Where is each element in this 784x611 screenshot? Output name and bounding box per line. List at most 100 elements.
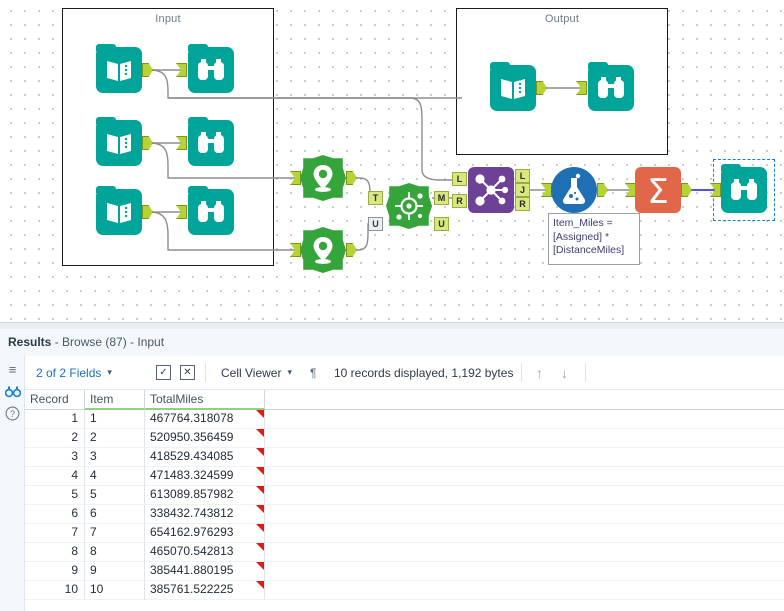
cell-item[interactable]: 4 bbox=[85, 467, 145, 486]
next-record-button[interactable]: ↓ bbox=[561, 356, 568, 389]
tool-formula[interactable] bbox=[541, 167, 608, 213]
cell-record[interactable]: 5 bbox=[25, 486, 85, 505]
help-icon[interactable]: ? bbox=[3, 404, 22, 423]
tool-browse-final[interactable] bbox=[710, 164, 767, 213]
cell-record[interactable]: 4 bbox=[25, 467, 85, 486]
cell-item[interactable]: 5 bbox=[85, 486, 145, 505]
table-row[interactable]: 2 2 520950.356459 bbox=[25, 429, 784, 448]
column-header-filler bbox=[265, 390, 784, 410]
table-row[interactable]: 5 5 613089.857982 bbox=[25, 486, 784, 505]
anchor-find-nearest-u-out[interactable]: U bbox=[434, 217, 449, 231]
browse-rail-icon[interactable] bbox=[3, 382, 22, 401]
tool-output-browse[interactable] bbox=[576, 62, 634, 111]
tool-browse-2[interactable] bbox=[176, 117, 234, 166]
anchor-output[interactable] bbox=[681, 183, 692, 197]
tool-browse-3[interactable] bbox=[176, 186, 234, 235]
cell-totalmiles[interactable]: 471483.324599 bbox=[145, 467, 265, 486]
cell-totalmiles[interactable]: 385441.880195 bbox=[145, 562, 265, 581]
table-row[interactable]: 4 4 471483.324599 bbox=[25, 467, 784, 486]
anchor-find-nearest-t[interactable]: T bbox=[368, 191, 383, 205]
anchor-join-j-out[interactable]: J bbox=[515, 183, 530, 197]
anchor-output[interactable] bbox=[597, 183, 608, 197]
cell-filler bbox=[265, 467, 784, 486]
browse-icon bbox=[731, 179, 757, 200]
cell-item[interactable]: 1 bbox=[85, 410, 145, 429]
table-header-row: Record Item TotalMiles bbox=[25, 390, 784, 410]
workflow-canvas[interactable]: Input Output T U M U L R L J R Item_Mile… bbox=[0, 0, 784, 322]
anchor-join-r-in[interactable]: R bbox=[452, 194, 467, 208]
anchor-find-nearest-u-in[interactable]: U bbox=[368, 217, 383, 231]
cell-totalmiles[interactable]: 338432.743812 bbox=[145, 505, 265, 524]
anchor-join-l-in[interactable]: L bbox=[452, 172, 467, 186]
column-header-item[interactable]: Item bbox=[85, 390, 145, 410]
container-input[interactable]: Input bbox=[62, 8, 274, 266]
anchor-input[interactable] bbox=[290, 243, 301, 257]
cell-item[interactable]: 3 bbox=[85, 448, 145, 467]
cell-record[interactable]: 9 bbox=[25, 562, 85, 581]
table-row[interactable]: 10 10 385761.522225 bbox=[25, 581, 784, 600]
cell-record[interactable]: 8 bbox=[25, 543, 85, 562]
cell-item[interactable]: 6 bbox=[85, 505, 145, 524]
column-header-totalmiles[interactable]: TotalMiles bbox=[145, 390, 265, 410]
tool-input-data-3[interactable] bbox=[96, 186, 153, 235]
anchor-input[interactable] bbox=[710, 183, 721, 197]
browse-icon bbox=[198, 132, 224, 153]
container-input-title: Input bbox=[155, 13, 181, 25]
cell-item[interactable]: 9 bbox=[85, 562, 145, 581]
table-row[interactable]: 1 1 467764.318078 bbox=[25, 410, 784, 429]
tool-output-input-data[interactable] bbox=[490, 62, 547, 111]
cell-viewer-dropdown[interactable]: Cell Viewer ▾ bbox=[221, 356, 292, 389]
container-output[interactable]: Output bbox=[456, 8, 668, 155]
deselect-all-fields-button[interactable]: ✕ bbox=[180, 356, 195, 389]
cell-record[interactable]: 10 bbox=[25, 581, 85, 600]
cell-filler bbox=[265, 486, 784, 505]
anchor-find-nearest-m[interactable]: M bbox=[434, 191, 449, 205]
table-row[interactable]: 6 6 338432.743812 bbox=[25, 505, 784, 524]
cell-item[interactable]: 2 bbox=[85, 429, 145, 448]
anchor-input[interactable] bbox=[290, 171, 301, 185]
data-list-icon[interactable]: ≡ bbox=[3, 360, 22, 379]
toolbar-separator-1 bbox=[205, 363, 206, 382]
table-row[interactable]: 9 9 385441.880195 bbox=[25, 562, 784, 581]
fields-dropdown[interactable]: 2 of 2 Fields ▾ bbox=[36, 356, 112, 389]
prev-record-button[interactable]: ↑ bbox=[536, 356, 543, 389]
column-header-record[interactable]: Record bbox=[25, 390, 85, 410]
show-whitespace-button[interactable]: ¶ bbox=[310, 356, 316, 389]
cell-totalmiles[interactable]: 467764.318078 bbox=[145, 410, 265, 429]
map-pin-icon bbox=[313, 165, 333, 192]
cell-totalmiles[interactable]: 385761.522225 bbox=[145, 581, 265, 600]
anchor-join-r-out[interactable]: R bbox=[515, 197, 530, 211]
cell-record[interactable]: 2 bbox=[25, 429, 85, 448]
anchor-output[interactable] bbox=[346, 171, 357, 185]
cell-totalmiles[interactable]: 654162.976293 bbox=[145, 524, 265, 543]
cell-totalmiles[interactable]: 520950.356459 bbox=[145, 429, 265, 448]
select-all-fields-button[interactable]: ✓ bbox=[156, 356, 171, 389]
tool-input-data-2[interactable] bbox=[96, 117, 153, 166]
tool-create-points-2[interactable] bbox=[290, 227, 357, 273]
cell-totalmiles[interactable]: 418529.434085 bbox=[145, 448, 265, 467]
tool-input-data-1[interactable] bbox=[96, 44, 153, 93]
cell-item[interactable]: 7 bbox=[85, 524, 145, 543]
cell-filler bbox=[265, 429, 784, 448]
table-row[interactable]: 7 7 654162.976293 bbox=[25, 524, 784, 543]
browse-icon bbox=[198, 201, 224, 222]
table-row[interactable]: 3 3 418529.434085 bbox=[25, 448, 784, 467]
tool-create-points-1[interactable] bbox=[290, 155, 357, 201]
table-row[interactable]: 8 8 465070.542813 bbox=[25, 543, 784, 562]
tool-join[interactable]: L R L J R bbox=[452, 167, 530, 213]
tool-summarize[interactable]: Σ bbox=[625, 167, 692, 213]
cell-item[interactable]: 10 bbox=[85, 581, 145, 600]
cell-record[interactable]: 7 bbox=[25, 524, 85, 543]
cell-record[interactable]: 6 bbox=[25, 505, 85, 524]
cell-record[interactable]: 1 bbox=[25, 410, 85, 429]
anchor-output[interactable] bbox=[346, 243, 357, 257]
tool-find-nearest[interactable]: T U M U bbox=[368, 183, 449, 231]
cell-totalmiles[interactable]: 465070.542813 bbox=[145, 543, 265, 562]
cell-record[interactable]: 3 bbox=[25, 448, 85, 467]
anchor-join-l-out[interactable]: L bbox=[515, 169, 530, 183]
binoculars-icon bbox=[4, 386, 21, 397]
find-nearest-icon bbox=[395, 192, 423, 220]
cell-item[interactable]: 8 bbox=[85, 543, 145, 562]
cell-totalmiles[interactable]: 613089.857982 bbox=[145, 486, 265, 505]
tool-browse-1[interactable] bbox=[176, 44, 234, 93]
